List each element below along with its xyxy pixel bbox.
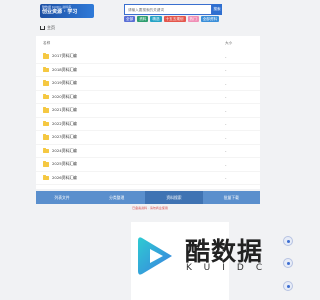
search-input[interactable]	[124, 4, 212, 15]
support-icon[interactable]	[283, 258, 293, 268]
file-size: -	[225, 80, 227, 86]
folder-icon	[43, 134, 49, 140]
tag-item[interactable]: 资料	[137, 16, 149, 22]
file-size: -	[225, 94, 227, 100]
tag-item[interactable]: 热门	[187, 16, 199, 22]
nav-item-category[interactable]: 分类整理	[88, 191, 145, 204]
page: 酷数据 KUIDC 资料库 创业资源 · 学习 搜索 全部 资料 精选 十五五规…	[0, 0, 300, 300]
footer-notice: 已备案资料 · 请勿商业使用	[132, 206, 168, 210]
nav-item-download[interactable]: 批量下载	[203, 191, 260, 204]
file-name[interactable]: 2023资料汇编	[52, 134, 213, 140]
file-size: -	[225, 121, 227, 127]
file-name[interactable]: 2017资料汇编	[52, 53, 213, 59]
home-icon	[40, 26, 45, 30]
file-name[interactable]: 2020资料汇编	[52, 94, 213, 100]
support-icon[interactable]	[283, 236, 293, 246]
bottom-nav: 列表文件 分类整理 资料搜索 批量下载	[36, 191, 260, 204]
file-name[interactable]: 2019资料汇编	[52, 80, 213, 86]
search-button[interactable]: 搜索	[212, 4, 222, 15]
folder-icon	[43, 66, 49, 72]
support-icon[interactable]	[283, 281, 293, 291]
nav-item-search[interactable]: 资料搜索	[145, 191, 203, 204]
site-logo[interactable]: 酷数据 KUIDC 资料库 创业资源 · 学习	[40, 4, 94, 18]
folder-icon	[43, 53, 49, 59]
folder-icon	[43, 107, 49, 113]
logo-title: 创业资源 · 学习	[42, 9, 78, 15]
folder-icon	[43, 147, 49, 153]
file-row[interactable]: 2026资料汇编 -	[36, 172, 260, 185]
folder-icon	[43, 80, 49, 86]
file-row[interactable]: 2017资料汇编 -	[36, 50, 260, 64]
file-size: -	[225, 107, 227, 113]
file-name[interactable]: 2026资料汇编	[52, 175, 213, 181]
file-row[interactable]: 2018资料汇编 -	[36, 64, 260, 77]
file-size: -	[225, 161, 227, 167]
file-size: -	[225, 134, 227, 140]
folder-icon	[43, 174, 49, 180]
file-row[interactable]: 2021资料汇编 -	[36, 104, 260, 118]
size-column-header: 大小	[225, 41, 233, 45]
folder-icon	[43, 161, 49, 167]
file-list-header: 名称 大小	[36, 36, 260, 50]
file-name[interactable]: 2018资料汇编	[52, 67, 213, 73]
file-row[interactable]: 2019资料汇编 -	[36, 77, 260, 91]
tag-item[interactable]: 全部资料	[200, 16, 220, 22]
file-row[interactable]: 2024资料汇编 -	[36, 145, 260, 158]
file-size: -	[225, 175, 227, 181]
tag-item[interactable]: 精选	[150, 16, 162, 22]
file-size: -	[225, 53, 227, 59]
file-row[interactable]: 2022资料汇编 -	[36, 118, 260, 131]
breadcrumb-label: 主页	[47, 25, 55, 30]
folder-icon	[43, 93, 49, 99]
file-name[interactable]: 2022资料汇编	[52, 121, 213, 127]
file-size: -	[225, 148, 227, 154]
nav-item-list[interactable]: 列表文件	[36, 191, 88, 204]
file-row[interactable]: 2025资料汇编 -	[36, 158, 260, 172]
file-name[interactable]: 2024资料汇编	[52, 148, 213, 154]
search-bar: 搜索	[124, 4, 222, 15]
tag-row: 全部 资料 精选 十五五规划 热门 全部资料	[124, 16, 220, 22]
file-name[interactable]: 2025资料汇编	[52, 161, 213, 167]
folder-icon	[43, 120, 49, 126]
file-row[interactable]: 2023资料汇编 -	[36, 131, 260, 145]
name-column-header: 名称	[43, 41, 51, 45]
tag-item[interactable]: 十五五规划	[163, 16, 186, 22]
file-row[interactable]: 2020资料汇编 -	[36, 91, 260, 104]
breadcrumb[interactable]: 主页	[40, 25, 55, 31]
file-name[interactable]: 2021资料汇编	[52, 107, 213, 113]
file-list: 名称 大小 2017资料汇编 -2018资料汇编 -2019资料汇编 -2020资料汇…	[36, 36, 260, 189]
tag-item[interactable]: 全部	[124, 16, 136, 22]
play-logo-icon	[138, 237, 172, 275]
file-size: -	[225, 67, 227, 73]
brand-latin: KUIDC	[186, 263, 275, 273]
